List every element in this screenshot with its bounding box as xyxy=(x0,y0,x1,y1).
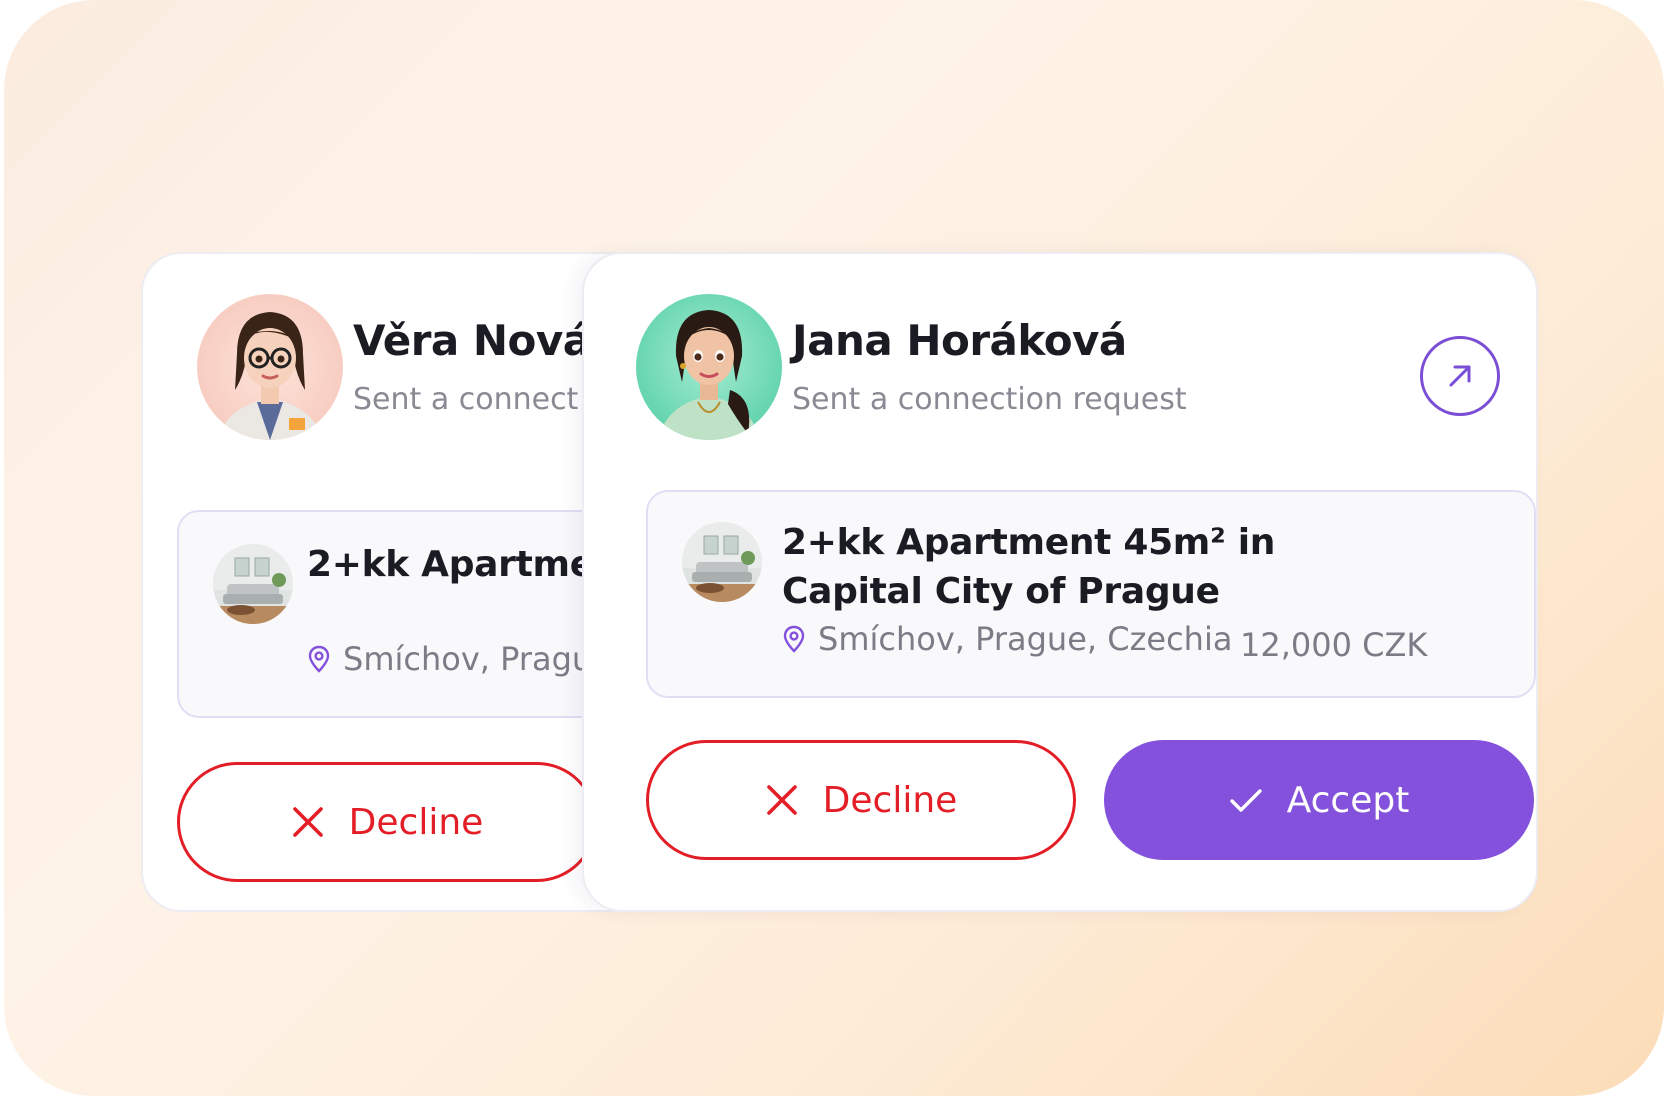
open-request-button[interactable] xyxy=(1420,336,1500,416)
listing-location: Smíchov, Prague, Czechia xyxy=(782,620,1232,658)
arrow-up-right-icon xyxy=(1449,365,1471,387)
sender-name: Věra Novák xyxy=(353,316,619,365)
checkmark-icon xyxy=(1229,789,1262,812)
listing-card[interactable]: 2+kk Apartment 45m² in Capital City of P… xyxy=(646,490,1536,698)
location-pin-icon xyxy=(783,625,805,653)
close-icon xyxy=(292,807,323,837)
location-pin-icon xyxy=(308,645,330,673)
close-icon xyxy=(766,785,797,815)
listing-thumbnail xyxy=(213,544,293,624)
location-text: Smíchov, Pragu xyxy=(343,640,593,678)
sender-name: Jana Horáková xyxy=(792,316,1127,365)
avatar-woman-braid-icon xyxy=(636,294,782,440)
apartment-thumbnail-icon xyxy=(682,522,762,602)
decline-label: Decline xyxy=(822,779,958,821)
location-text: Smíchov, Prague, Czechia xyxy=(818,620,1233,658)
request-subtitle: Sent a connect xyxy=(353,382,579,417)
decline-button[interactable]: Decline xyxy=(646,740,1076,860)
listing-price: 12,000 CZK xyxy=(1240,626,1428,664)
request-subtitle: Sent a connection request xyxy=(792,382,1187,417)
avatar-woman-glasses-icon xyxy=(197,294,343,440)
avatar xyxy=(197,294,343,440)
avatar xyxy=(636,294,782,440)
background-canvas: Věra Novák Sent a connect 2+kk Apartmen … xyxy=(4,0,1664,1096)
decline-button[interactable]: Decline xyxy=(177,762,597,882)
accept-button[interactable]: Accept xyxy=(1104,740,1534,860)
apartment-thumbnail-icon xyxy=(213,544,293,624)
listing-thumbnail xyxy=(682,522,762,602)
decline-label: Decline xyxy=(348,801,484,843)
connection-request-card: Jana Horáková Sent a connection request xyxy=(582,252,1538,912)
listing-title: 2+kk Apartment 45m² in Capital City of P… xyxy=(782,522,1276,612)
listing-location: Smíchov, Pragu xyxy=(307,640,592,678)
accept-label: Accept xyxy=(1286,779,1410,821)
